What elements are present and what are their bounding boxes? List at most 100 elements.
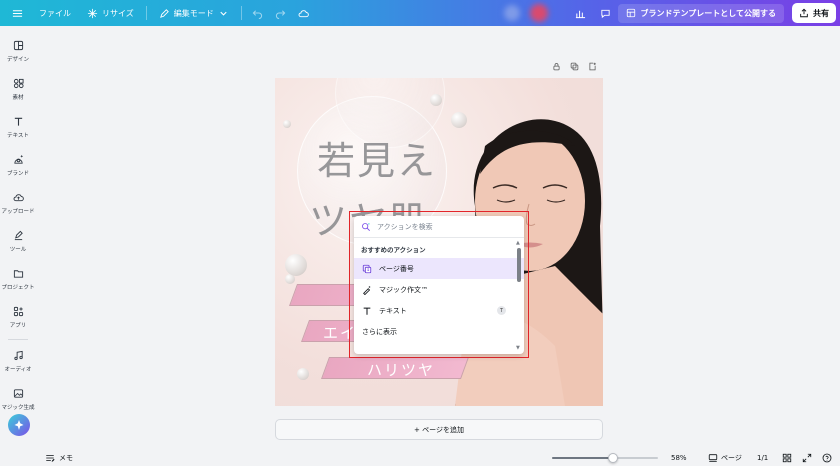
sidebar-item-uploads[interactable]: アップロード	[0, 192, 36, 215]
sidebar-item-label: 素材	[12, 95, 24, 101]
sidebar-item-label: アプリ	[9, 323, 27, 329]
undo-icon	[252, 9, 262, 19]
scroll-up-icon[interactable]: ▲	[516, 240, 520, 246]
zoom-value[interactable]: 58%	[671, 454, 687, 462]
resize-button[interactable]: リサイズ	[79, 8, 142, 19]
text-icon	[363, 307, 371, 315]
magic-image-icon	[13, 389, 23, 398]
zoom-slider-fill	[552, 457, 613, 459]
sidebar-item-label: ブランド	[6, 171, 29, 177]
sidebar: デザイン 素材 テキスト ブランド アップロード ツール プロジェクト アプリ …	[0, 26, 36, 466]
sidebar-item-label: オーディオ	[4, 367, 32, 373]
share-button[interactable]: 共有	[792, 3, 836, 23]
magic-write-icon	[363, 285, 371, 295]
add-page-button[interactable]: + ページを追加	[275, 419, 603, 440]
template-icon	[627, 8, 636, 18]
notes-icon	[46, 455, 55, 462]
edit-mode-button[interactable]: 編集モード	[151, 8, 237, 19]
pencil-icon	[159, 8, 169, 18]
pages-label: ページ	[721, 454, 742, 462]
zoom-slider-handle[interactable]	[608, 453, 618, 463]
sidebar-item-text[interactable]: テキスト	[0, 116, 36, 139]
grid-view-button[interactable]	[782, 453, 792, 465]
comment-button[interactable]	[593, 8, 618, 19]
action-page-number[interactable]: ページ番号	[354, 258, 524, 279]
layout-icon	[13, 40, 23, 51]
bar-chart-icon	[576, 10, 586, 18]
headline-line-1[interactable]: 若見え	[317, 130, 437, 185]
action-magic-write[interactable]: マジック作文™	[354, 279, 524, 300]
sidebar-item-label: ツール	[9, 247, 27, 253]
action-search[interactable]: アクションを検索	[354, 216, 524, 238]
lock-icon[interactable]	[552, 62, 561, 71]
pen-icon	[14, 230, 23, 241]
expand-icon	[802, 453, 812, 463]
zoom-slider[interactable]	[552, 453, 658, 463]
shapes-icon	[13, 78, 24, 89]
action-text[interactable]: テキスト T	[354, 300, 524, 321]
sidebar-item-design[interactable]: デザイン	[0, 40, 36, 63]
sidebar-item-brand[interactable]: ブランド	[0, 154, 36, 177]
bottom-bar: メモ 58% ページ 1/1	[0, 450, 840, 466]
scroll-down-icon[interactable]: ▼	[516, 345, 520, 351]
music-icon	[13, 350, 23, 361]
sidebar-item-label: テキスト	[7, 133, 29, 139]
action-label: マジック作文™	[379, 285, 428, 294]
notes-button[interactable]: メモ	[45, 453, 73, 463]
text-icon	[14, 117, 22, 126]
divider	[145, 6, 147, 20]
brand-icon	[13, 154, 23, 164]
help-button[interactable]	[822, 453, 832, 465]
avatar[interactable]	[530, 4, 549, 22]
popup-scrollbar[interactable]: ▲ ▼	[516, 240, 521, 351]
page-count: 1/1	[757, 454, 769, 462]
action-label: テキスト	[379, 306, 407, 315]
canvas-toolbar	[552, 62, 597, 71]
ribbon-text-3[interactable]: ハリツヤ	[367, 359, 435, 380]
file-menu[interactable]: ファイル	[31, 8, 79, 19]
sidebar-item-label: プロジェクト	[1, 285, 35, 291]
action-show-more[interactable]: さらに表示	[354, 321, 524, 342]
action-label: さらに表示	[362, 327, 397, 336]
chevron-down-icon	[220, 11, 227, 16]
cloud-save-button[interactable]	[292, 8, 315, 19]
publish-template-label: ブランドテンプレートとして公開する	[640, 8, 776, 18]
add-page-icon[interactable]	[588, 62, 597, 71]
publish-template-button[interactable]: ブランドテンプレートとして公開する	[618, 3, 784, 23]
redo-button[interactable]	[269, 8, 292, 19]
sidebar-item-label: マジック生成	[1, 405, 35, 411]
hamburger-icon	[12, 9, 23, 17]
sidebar-divider	[8, 339, 28, 340]
sparkle-icon	[87, 8, 98, 18]
sparkle-icon	[14, 420, 24, 430]
magic-assistant-button[interactable]	[8, 414, 30, 436]
fullscreen-button[interactable]	[802, 453, 812, 465]
sidebar-item-tools[interactable]: ツール	[0, 230, 36, 253]
cloud-upload-icon	[13, 194, 24, 202]
pearl-decoration	[430, 94, 442, 106]
sidebar-item-magic-media[interactable]: マジック生成	[0, 388, 36, 411]
duplicate-icon[interactable]	[570, 62, 579, 71]
sidebar-item-projects[interactable]: プロジェクト	[0, 268, 36, 291]
cloud-check-icon	[298, 9, 309, 17]
share-icon	[800, 8, 808, 18]
resize-label: リサイズ	[102, 8, 134, 18]
scroll-thumb[interactable]	[517, 248, 521, 282]
menu-button[interactable]	[0, 8, 31, 19]
insights-button[interactable]	[568, 8, 593, 19]
undo-button[interactable]	[246, 8, 269, 19]
sidebar-item-audio[interactable]: オーディオ	[0, 350, 36, 373]
add-page-label: + ページを追加	[414, 425, 464, 434]
share-label: 共有	[813, 8, 829, 18]
avatar[interactable]	[504, 5, 521, 21]
recommended-actions-title: おすすめのアクション	[361, 246, 426, 254]
magic-search-icon	[362, 222, 370, 231]
pages-button[interactable]: ページ	[708, 453, 742, 463]
divider	[240, 6, 242, 20]
sidebar-item-apps[interactable]: アプリ	[0, 306, 36, 329]
sidebar-item-elements[interactable]: 素材	[0, 78, 36, 101]
grid-icon	[782, 453, 792, 463]
apps-icon	[13, 306, 23, 317]
shortcut-badge: T	[497, 306, 506, 315]
edit-mode-label: 編集モード	[173, 8, 214, 18]
